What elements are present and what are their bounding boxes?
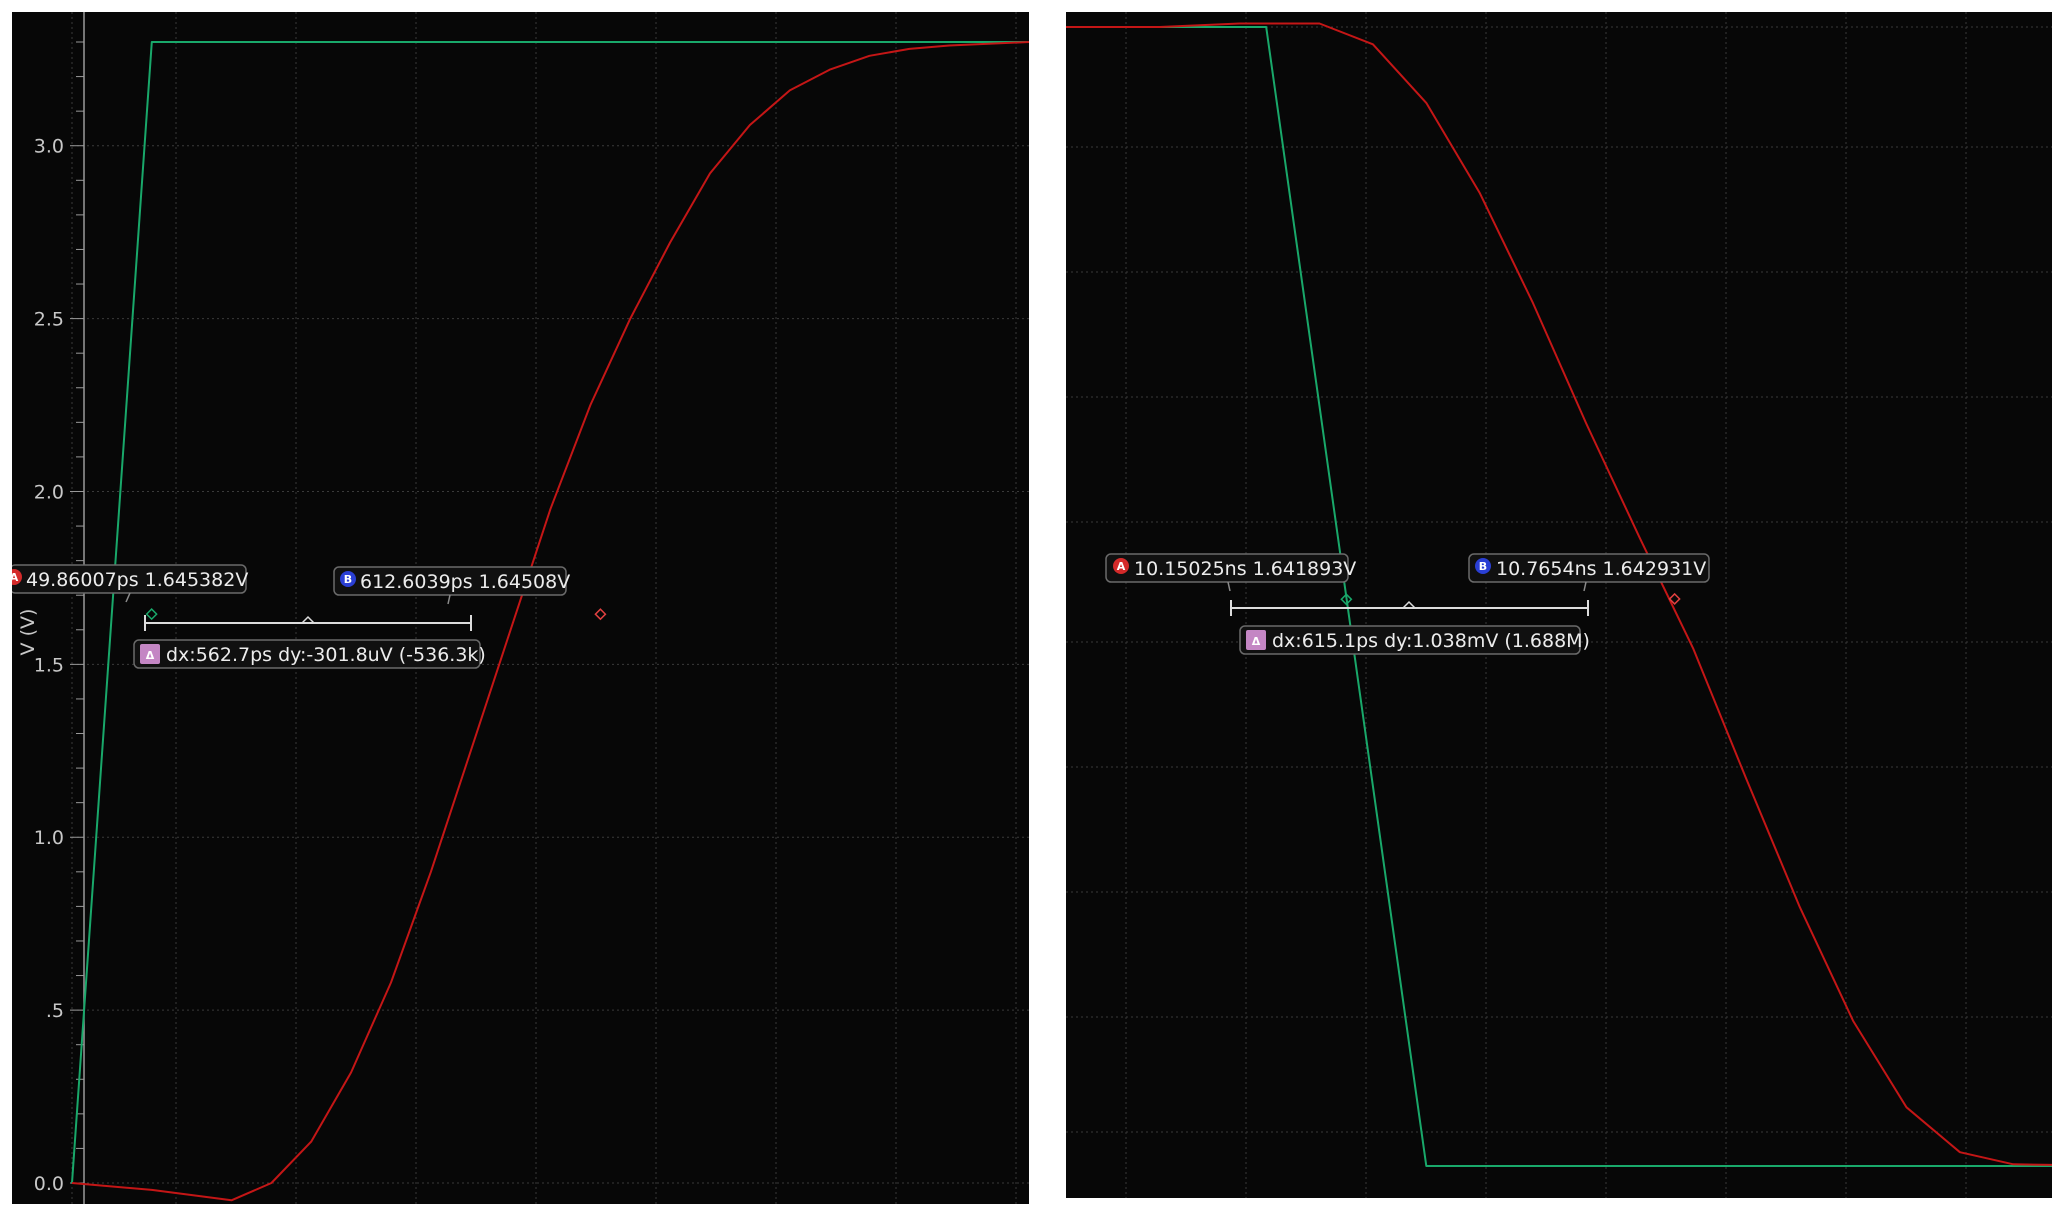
delta-label: dx:562.7ps dy:-301.8uV (-536.3k) [166, 644, 486, 666]
marker-b[interactable]: B 612.6039ps 1.64508V [333, 566, 570, 605]
marker-a-label: 10.15025ns 1.641893V [1134, 558, 1356, 580]
marker-a-point [145, 608, 158, 621]
y-tick-label: 0.0 [34, 1173, 64, 1195]
y-tick-label: 2.0 [34, 481, 64, 503]
left-y-axis-title: V (V) [17, 609, 39, 656]
delta-bracket[interactable] [1230, 600, 1589, 616]
delta-readout[interactable]: Δ dx:562.7ps dy:-301.8uV (-536.3k) [133, 639, 486, 669]
right-waveform-panel[interactable]: A 10.15025ns 1.641893V B 10.7654ns 1.642… [1066, 12, 2052, 1198]
marker-a[interactable]: A 10.15025ns 1.641893V [1105, 553, 1356, 592]
right-markers[interactable]: A 10.15025ns 1.641893V B 10.7654ns 1.642… [1105, 553, 1710, 655]
delta-bracket[interactable] [144, 615, 472, 631]
right-waveform-plot[interactable]: A 10.15025ns 1.641893V B 10.7654ns 1.642… [1066, 12, 2052, 1198]
marker-a-badge-text: A [1117, 560, 1126, 573]
marker-a-badge-text: A [12, 571, 19, 584]
marker-b-badge-text: B [344, 573, 352, 586]
marker-b-point [594, 608, 607, 621]
delta-badge-text: Δ [1252, 635, 1261, 648]
left-grid [71, 12, 1029, 1204]
input-trace-line [71, 41, 1029, 1184]
left-waveform-panel[interactable]: 0.0 .5 1.0 1.5 2.0 2.5 3.0 V (V) A 49.86007ps … [12, 12, 1029, 1204]
input-trace-line [1066, 26, 2052, 1167]
marker-a-label: 49.86007ps 1.645382V [26, 569, 248, 591]
right-traces [1066, 22, 2052, 1167]
y-tick-label: .5 [46, 1000, 64, 1022]
y-tick-label: 3.0 [34, 136, 64, 158]
y-tick-label: 1.0 [34, 827, 64, 849]
left-traces [71, 41, 1029, 1202]
y-tick-label: 1.5 [34, 654, 64, 676]
marker-b[interactable]: B 10.7654ns 1.642931V [1468, 553, 1710, 592]
output-trace-line [71, 41, 1029, 1202]
delta-readout[interactable]: Δ dx:615.1ps dy:1.038mV (1.688M) [1239, 625, 1590, 655]
marker-b-label: 612.6039ps 1.64508V [360, 571, 570, 593]
output-trace-line [1066, 22, 2052, 1166]
left-y-axis: 0.0 .5 1.0 1.5 2.0 2.5 3.0 [34, 12, 85, 1204]
delta-badge-text: Δ [146, 649, 155, 662]
marker-b-badge-text: B [1479, 560, 1487, 573]
right-grid [1066, 12, 2052, 1198]
marker-b-label: 10.7654ns 1.642931V [1496, 558, 1706, 580]
y-tick-label: 2.5 [34, 309, 64, 331]
delta-label: dx:615.1ps dy:1.038mV (1.688M) [1272, 630, 1590, 652]
left-markers[interactable]: A 49.86007ps 1.645382V B 612.6039ps 1.64… [12, 564, 570, 669]
marker-a[interactable]: A 49.86007ps 1.645382V [12, 564, 248, 603]
left-waveform-plot[interactable]: 0.0 .5 1.0 1.5 2.0 2.5 3.0 V (V) A 49.86007ps … [12, 12, 1029, 1204]
